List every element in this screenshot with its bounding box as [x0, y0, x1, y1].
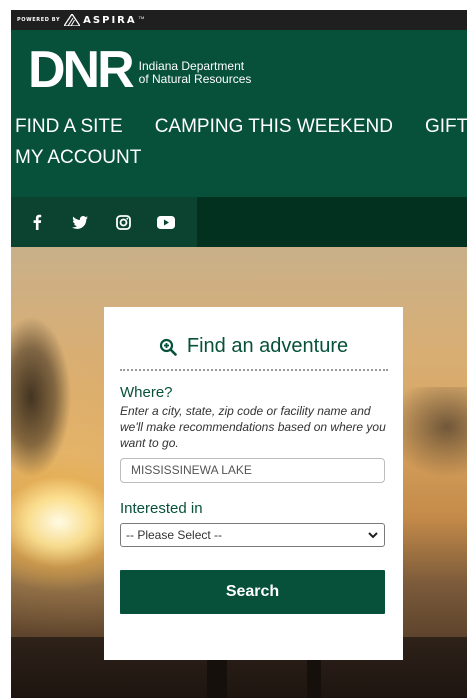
find-adventure-card: Find an adventure Where? Enter a city, s… [104, 307, 403, 660]
youtube-icon[interactable] [154, 212, 178, 232]
where-label: Where? [120, 384, 173, 401]
hero-trees-silhouette [11, 307, 71, 487]
search-zoom-icon [159, 338, 177, 356]
instagram-icon[interactable] [111, 212, 135, 232]
page-left-margin [0, 0, 11, 698]
card-title-text: Find an adventure [186, 335, 349, 357]
twitter-icon[interactable] [68, 212, 92, 232]
interested-in-select[interactable]: -- Please Select -- [120, 523, 385, 547]
aspira-logo-icon [64, 14, 81, 26]
card-title: Find an adventure [104, 335, 403, 358]
search-button[interactable]: Search [120, 570, 385, 614]
nav-find-a-site[interactable]: FIND A SITE [15, 114, 123, 140]
where-input[interactable]: MISSISSINEWA LAKE [120, 458, 385, 483]
org-name-line-2: of Natural Resources [138, 72, 252, 86]
org-name: Indiana Department of Natural Resources [139, 60, 252, 86]
nav-my-account[interactable]: MY ACCOUNT [15, 145, 141, 171]
aspira-brand-name: ASPIRA [83, 14, 137, 26]
dnr-logo[interactable]: DNR Indiana Department of Natural Resour… [28, 41, 252, 99]
nav-gift[interactable]: GIFT [425, 114, 467, 140]
dnr-logo-text: DNR [28, 41, 135, 99]
nav-camping-this-weekend[interactable]: CAMPING THIS WEEKEND [155, 114, 393, 140]
facebook-icon[interactable] [25, 212, 49, 232]
main-nav: FIND A SITE CAMPING THIS WEEKEND GIFT MY… [15, 114, 467, 171]
interested-in-label: Interested in [120, 500, 203, 517]
social-bar [11, 197, 467, 247]
site-header: DNR Indiana Department of Natural Resour… [11, 30, 467, 197]
where-hint: Enter a city, state, zip code or facilit… [120, 404, 386, 450]
card-divider [120, 369, 388, 371]
chevron-down-icon [368, 532, 378, 539]
trademark: TM [138, 15, 145, 20]
aspira-topbar: POWERED BY ASPIRA TM [11, 10, 467, 30]
powered-by-text: POWERED BY [17, 17, 61, 23]
interested-in-selected-value: -- Please Select -- [126, 528, 223, 542]
social-links [11, 197, 197, 247]
